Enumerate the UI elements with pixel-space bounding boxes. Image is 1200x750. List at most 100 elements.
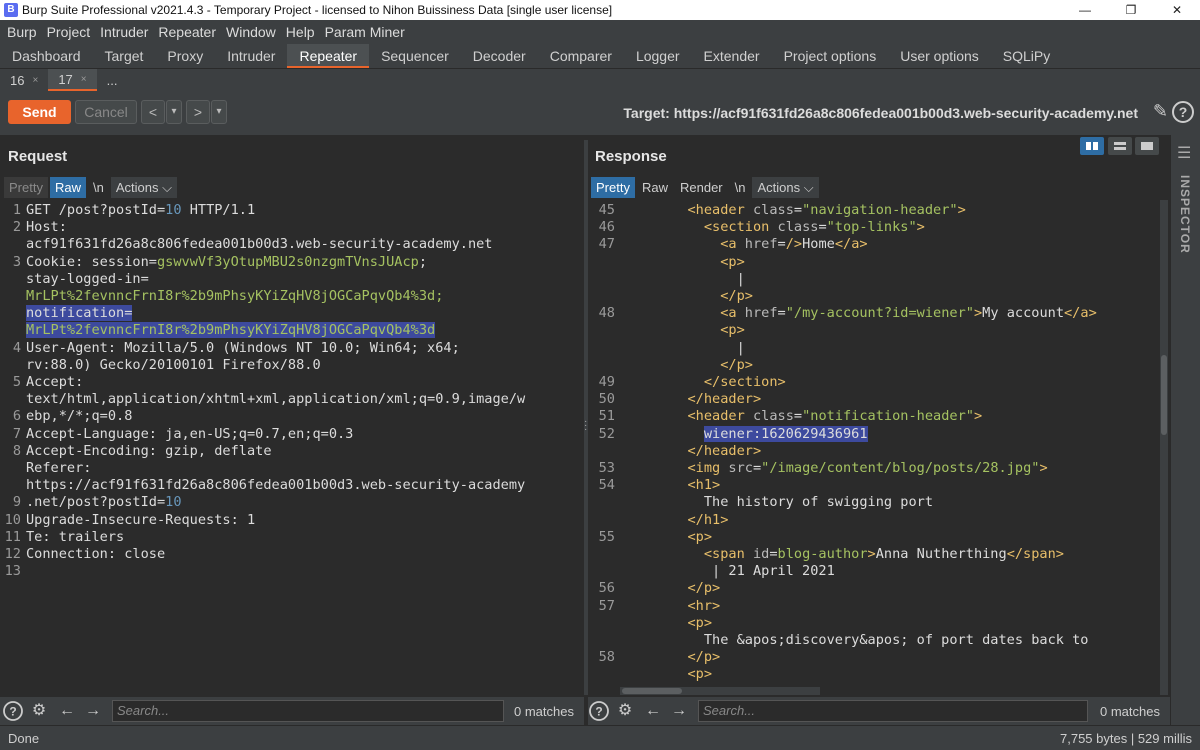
menu-item-burp[interactable]: Burp (2, 24, 42, 40)
request-line[interactable]: https://acf91f631fd26a8c806fedea001b00d3… (26, 477, 525, 494)
previous-match-arrow-icon[interactable]: ← (642, 700, 664, 722)
response-line[interactable]: wiener:1620629436961 (622, 425, 868, 443)
layout-side-by-side-icon[interactable] (1080, 137, 1104, 155)
response-line[interactable]: </p> (622, 580, 720, 597)
menu-item-param-miner[interactable]: Param Miner (320, 24, 410, 40)
inspector-label[interactable]: INSPECTOR (1178, 175, 1192, 254)
request-pretty-button[interactable]: Pretty (4, 176, 48, 198)
menu-item-project[interactable]: Project (42, 24, 96, 40)
request-line[interactable]: Referer: (26, 460, 91, 477)
response-line[interactable]: </h1> (622, 512, 728, 529)
response-line[interactable]: <a href="/my-account?id=wiener">My accou… (622, 305, 1097, 322)
response-line[interactable]: <p> (622, 615, 712, 632)
response-line[interactable]: The history of swigging port (622, 494, 933, 511)
edit-target-icon[interactable]: ✎ (1153, 101, 1168, 122)
response-line[interactable]: <span id=blog-author>Anna Nutherthing</s… (622, 546, 1064, 563)
response-line[interactable]: <h1> (622, 477, 720, 494)
tab-comparer[interactable]: Comparer (538, 44, 624, 68)
send-button[interactable]: Send (8, 100, 71, 124)
response-hscroll-thumb[interactable] (622, 688, 682, 694)
settings-gear-icon[interactable]: ⚙ (614, 700, 636, 722)
close-icon[interactable]: × (81, 69, 87, 90)
inspector-menu-icon[interactable]: ☰ (1177, 143, 1191, 163)
menu-item-help[interactable]: Help (281, 24, 320, 40)
response-line[interactable]: <hr> (622, 598, 720, 615)
minimize-button[interactable]: — (1062, 0, 1108, 20)
tab-user-options[interactable]: User options (888, 44, 991, 68)
response-hscroll[interactable] (620, 687, 820, 695)
request-raw-button[interactable]: Raw (49, 176, 86, 198)
request-line[interactable]: rv:88.0) Gecko/20100101 Firefox/88.0 (26, 357, 321, 374)
tab-dashboard[interactable]: Dashboard (0, 44, 93, 68)
request-actions-dropdown[interactable]: Actions ⌵ (110, 176, 177, 198)
tab-intruder[interactable]: Intruder (215, 44, 287, 68)
tab-target[interactable]: Target (93, 44, 156, 68)
tab-sequencer[interactable]: Sequencer (369, 44, 461, 68)
help-icon[interactable]: ? (1172, 101, 1194, 123)
request-line[interactable]: Connection: close (26, 546, 165, 563)
request-search-input[interactable]: Search... (112, 700, 504, 722)
help-icon[interactable]: ? (588, 700, 610, 722)
response-line[interactable]: </p> (622, 288, 753, 305)
response-line[interactable]: | (622, 271, 745, 288)
request-line[interactable]: Accept-Language: ja,en-US;q=0.7,en;q=0.3 (26, 426, 353, 443)
history-back-button[interactable]: < (141, 100, 165, 124)
request-line[interactable]: text/html,application/xhtml+xml,applicat… (26, 391, 525, 408)
repeater-tab-1[interactable]: 16 × (0, 69, 48, 91)
help-icon[interactable]: ? (2, 700, 24, 722)
menu-item-window[interactable]: Window (221, 24, 281, 40)
history-forward-button[interactable]: > (186, 100, 210, 124)
target-label[interactable]: Target: https://acf91f631fd26a8c806fedea… (623, 105, 1138, 121)
layout-stacked-icon[interactable] (1108, 137, 1132, 155)
response-line[interactable]: | 21 April 2021 (622, 563, 835, 580)
response-line[interactable]: | (622, 340, 745, 357)
response-line[interactable]: <p> (622, 666, 712, 683)
response-line[interactable]: </p> (622, 357, 753, 374)
response-editor[interactable]: 45 46 47 48 49 50 51 52 53 54 55 56 57 58 <header cla… (590, 200, 1160, 695)
cancel-button[interactable]: Cancel (75, 100, 137, 124)
tab-logger[interactable]: Logger (624, 44, 692, 68)
request-line[interactable]: Cookie: session=gswvwVf3yOtupMBU2s0nzgmT… (26, 254, 427, 271)
response-raw-button[interactable]: Raw (637, 177, 673, 198)
response-line[interactable]: <p> (622, 254, 745, 271)
tab-repeater[interactable]: Repeater (287, 44, 370, 68)
menu-item-repeater[interactable]: Repeater (153, 24, 221, 40)
tab-project-options[interactable]: Project options (772, 44, 889, 68)
restore-button[interactable]: ❐ (1108, 0, 1154, 20)
response-line[interactable]: <section class="top-links"> (622, 219, 925, 236)
response-line[interactable]: <p> (622, 322, 745, 339)
tab-proxy[interactable]: Proxy (155, 44, 215, 68)
request-line[interactable]: Accept: (26, 374, 83, 391)
request-line[interactable]: GET /post?postId=10 HTTP/1.1 (26, 202, 255, 219)
response-line[interactable]: </section> (622, 374, 786, 391)
request-line[interactable]: Accept-Encoding: gzip, deflate (26, 443, 272, 460)
response-scrollbar[interactable] (1160, 200, 1168, 695)
inspector-panel[interactable]: ☰ INSPECTOR (1170, 135, 1200, 725)
request-line[interactable]: MrLPt%2fevnncFrnI8r%2b9mPhsyKYiZqHV8jOGC… (26, 322, 436, 339)
response-line[interactable]: <header class="notification-header"> (622, 408, 982, 425)
request-line[interactable]: Host: (26, 219, 67, 236)
response-line[interactable]: </header> (622, 443, 761, 460)
response-line[interactable]: The &apos;discovery&apos; of port dates … (622, 632, 1089, 649)
menu-item-intruder[interactable]: Intruder (95, 24, 153, 40)
close-icon[interactable]: × (32, 70, 38, 91)
repeater-tab-3[interactable]: ... (97, 69, 128, 91)
request-line[interactable]: acf91f631fd26a8c806fedea001b00d3.web-sec… (26, 236, 493, 253)
request-line[interactable]: User-Agent: Mozilla/5.0 (Windows NT 10.0… (26, 340, 460, 357)
repeater-tab-2[interactable]: 17 × (48, 69, 97, 91)
tab-sqlipy[interactable]: SQLiPy (991, 44, 1062, 68)
response-search-input[interactable]: Search... (698, 700, 1088, 722)
response-line[interactable]: <a href=/>Home</a> (622, 236, 867, 253)
request-line[interactable]: notification= (26, 305, 133, 322)
next-match-arrow-icon[interactable]: → (668, 700, 690, 722)
request-line[interactable]: Te: trailers (26, 529, 124, 546)
response-actions-dropdown[interactable]: Actions ⌵ (752, 176, 819, 198)
response-line[interactable]: <img src="/image/content/blog/posts/28.j… (622, 460, 1047, 477)
history-forward-menu-button[interactable]: ▾ (211, 100, 227, 124)
request-line[interactable]: Upgrade-Insecure-Requests: 1 (26, 512, 255, 529)
request-line[interactable]: ebp,*/*;q=0.8 (26, 408, 132, 425)
response-pretty-button[interactable]: Pretty (591, 176, 635, 198)
request-line[interactable]: .net/post?postId=10 (26, 494, 182, 511)
request-editor[interactable]: 1 2 3 4 5 6 7 8 9 10 11 12 13 GET /post?postId=10 HT… (0, 200, 580, 695)
history-back-menu-button[interactable]: ▾ (166, 100, 182, 124)
